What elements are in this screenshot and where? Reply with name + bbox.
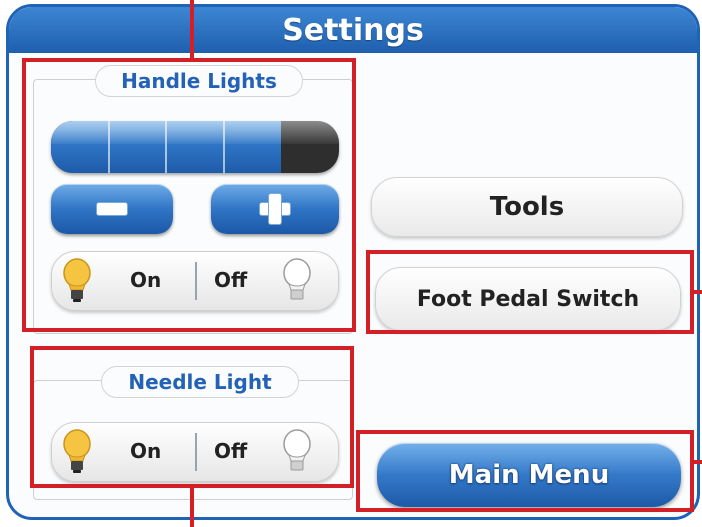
annotation-leader-right-1 bbox=[692, 290, 702, 294]
tools-button[interactable]: Tools bbox=[371, 177, 683, 237]
page-title: Settings bbox=[9, 7, 697, 53]
annotation-needle-light bbox=[30, 346, 354, 488]
annotation-main-menu bbox=[356, 430, 694, 512]
annotation-handle-lights bbox=[22, 58, 356, 332]
annotation-leader-right-2 bbox=[692, 460, 702, 464]
annotation-leader-top bbox=[190, 0, 194, 60]
annotation-leader-bottom bbox=[190, 487, 194, 527]
annotation-foot-pedal bbox=[366, 250, 694, 334]
